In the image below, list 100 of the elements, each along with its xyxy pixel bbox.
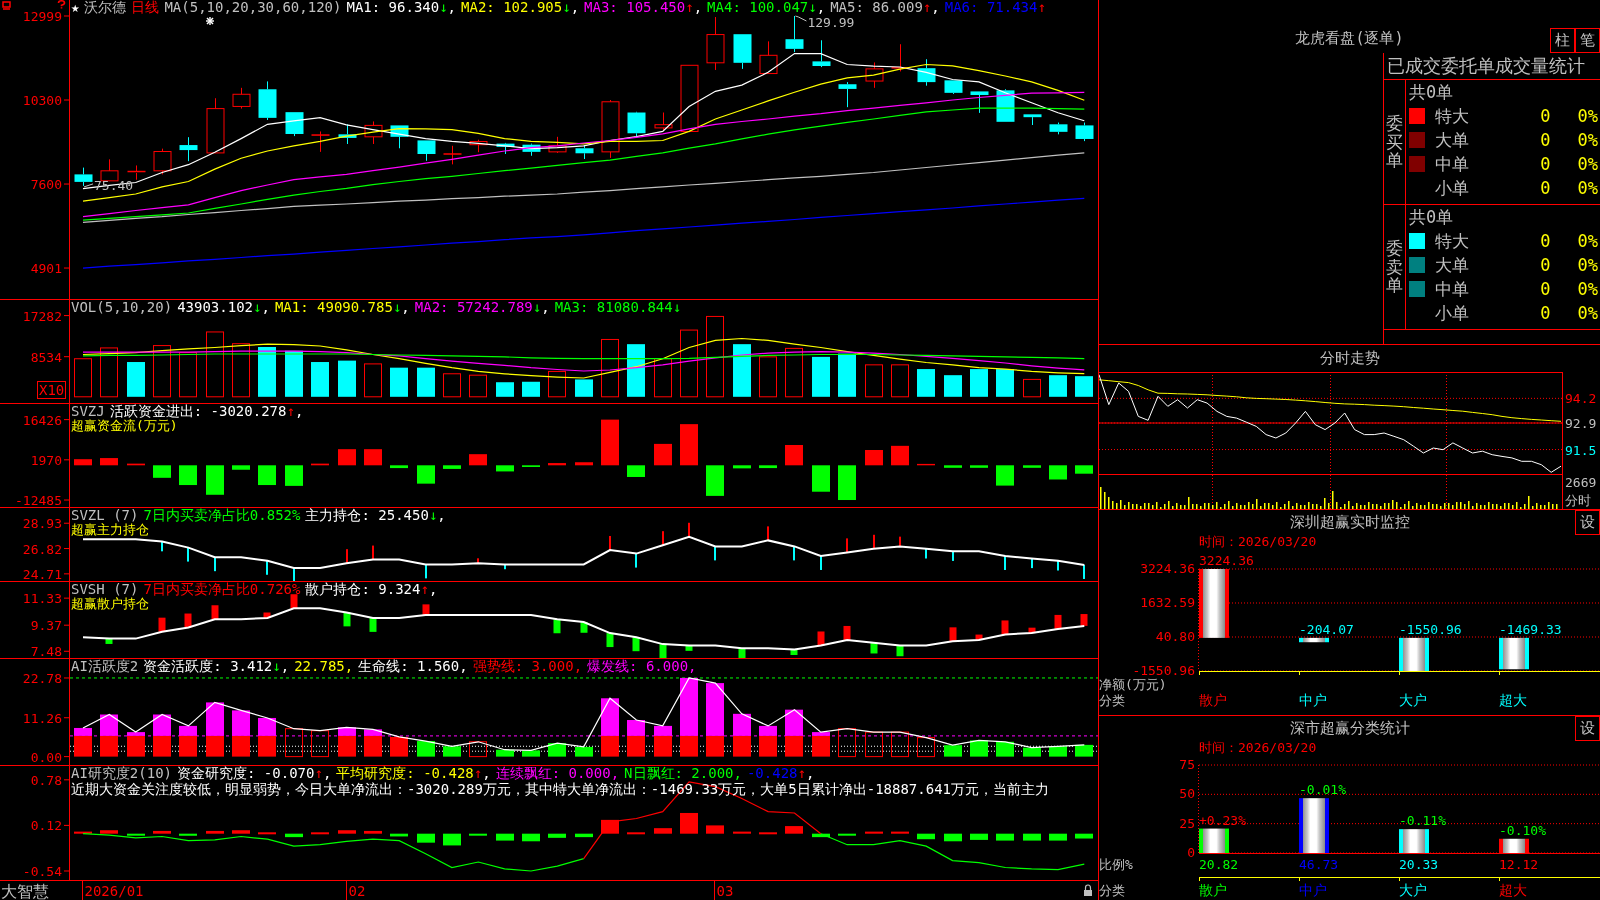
bar-value-label: 3224.36 [1199, 553, 1254, 568]
volume-bar [100, 347, 118, 398]
fund-flow-bar [601, 419, 619, 466]
panel-title: 分时走势 [1319, 349, 1380, 367]
fund-flow-bar [1049, 465, 1067, 480]
indicator-reading: MA(5,10,20,30,60,120) [164, 0, 342, 15]
indicator-reading: 22.785, [294, 659, 354, 674]
activity-bar [153, 735, 171, 757]
fund-flow-bar [496, 465, 514, 472]
side-label: 委卖单 [1386, 238, 1403, 296]
volume-bar [970, 369, 988, 397]
volume-bar [443, 373, 461, 398]
ratio-bar [1399, 829, 1429, 853]
ratio-bar [1299, 798, 1329, 853]
change-bar [1080, 614, 1088, 626]
axis-tick-label: 26.82 [22, 541, 62, 557]
research-bar [680, 812, 698, 834]
settings-button[interactable]: 设 [1575, 716, 1600, 741]
research-bar [127, 833, 145, 836]
activity-bar [575, 746, 593, 757]
fund-flow-bar [891, 445, 909, 466]
candlestick [627, 111, 646, 137]
research-bar [338, 830, 356, 834]
timestamp: 时间：2026/03/20 [1199, 534, 1317, 549]
volume-bar [944, 375, 962, 397]
volume-bar [548, 370, 566, 398]
research-bar [785, 826, 803, 834]
category-label: 超大 [1499, 692, 1527, 708]
order-percent: 0% [1577, 230, 1598, 253]
axis-tick-label: 11.33 [22, 591, 62, 607]
candlestick [100, 158, 119, 182]
fund-flow-bar [443, 465, 461, 469]
volume-bar [575, 379, 593, 397]
axis-tick-label: 50 [1179, 786, 1195, 802]
research-bar [285, 833, 303, 838]
fund-flow-bar [575, 462, 593, 466]
axis-tick-label: -12485 [15, 493, 62, 507]
volume-bar [74, 358, 92, 398]
fund-flow-bar [100, 458, 118, 466]
volume-bar [364, 363, 382, 398]
order-size-label: 大单 [1435, 129, 1469, 152]
settings-button[interactable]: 设 [1575, 510, 1600, 535]
net-amount-bar [1299, 637, 1329, 643]
indicator-reading: MA2: 57242.789↓, [414, 300, 550, 315]
research-bar [496, 833, 514, 841]
volume-bar [179, 352, 197, 398]
category-label: 散户 [1199, 692, 1227, 708]
change-bar [263, 612, 271, 618]
candlestick [601, 99, 620, 159]
activity-bar [153, 714, 171, 736]
view-toggle-button[interactable]: 笔 [1575, 28, 1600, 53]
axis-tick-label: 91.5 [1565, 442, 1597, 458]
order-size-label: 大单 [1435, 254, 1469, 277]
volume-bar [917, 369, 935, 397]
order-percent: 0% [1577, 105, 1598, 128]
fund-flow-bar [917, 463, 935, 466]
research-bar [1049, 833, 1067, 841]
axis-tick-label: 24.71 [22, 566, 62, 581]
volume-bar [865, 364, 883, 398]
fund-flow-bar [417, 465, 435, 484]
candlestick [1023, 114, 1042, 126]
indicator-reading: AI研究度2(10) [71, 766, 172, 781]
volume-bar [627, 344, 645, 397]
research-bar [733, 831, 751, 834]
order-count: 0 [1540, 129, 1551, 152]
research-bar [153, 830, 171, 834]
research-bar [522, 833, 540, 842]
category-label: 大户 [1399, 692, 1427, 708]
volume-bar [654, 358, 672, 398]
volume-bar [601, 338, 619, 398]
change-bar [843, 625, 851, 640]
activity-bar [627, 720, 645, 736]
lock-icon [1084, 884, 1092, 896]
indicator-reading: 资金活跃度: 3.412↓, [143, 659, 290, 674]
research-bar [917, 833, 935, 840]
research-bar [865, 831, 883, 834]
category-label: 中户 [1299, 692, 1327, 708]
activity-bar [1023, 747, 1041, 757]
fund-flow-bar [311, 463, 329, 466]
volume-bar [390, 367, 408, 397]
research-bar [627, 832, 645, 835]
fund-flow-bar [944, 465, 962, 468]
research-bar [179, 833, 197, 836]
window-icon [2, 1, 11, 10]
view-toggle-button[interactable]: 柱 [1550, 28, 1575, 53]
research-bar [944, 833, 962, 842]
activity-bar [733, 735, 751, 757]
change-bar [1001, 620, 1009, 635]
change-bar [606, 633, 614, 648]
order-size-label: 小单 [1435, 177, 1469, 200]
change-bar [817, 631, 825, 646]
indicator-reading: 7日内买卖净占比0.726% [143, 582, 301, 597]
axis-tick-label: 1970 [30, 452, 62, 468]
activity-bar [785, 709, 803, 736]
indicator-reading: 生命线: 1.560, [358, 659, 468, 674]
indicator-reading: 主力持仓: 25.450↓, [305, 508, 446, 523]
research-bar [575, 833, 593, 838]
order-percent: 0% [1577, 302, 1598, 325]
change-label: -0.11% [1399, 813, 1446, 829]
indicator-reading: N日飘红: 2.000, [624, 766, 742, 781]
